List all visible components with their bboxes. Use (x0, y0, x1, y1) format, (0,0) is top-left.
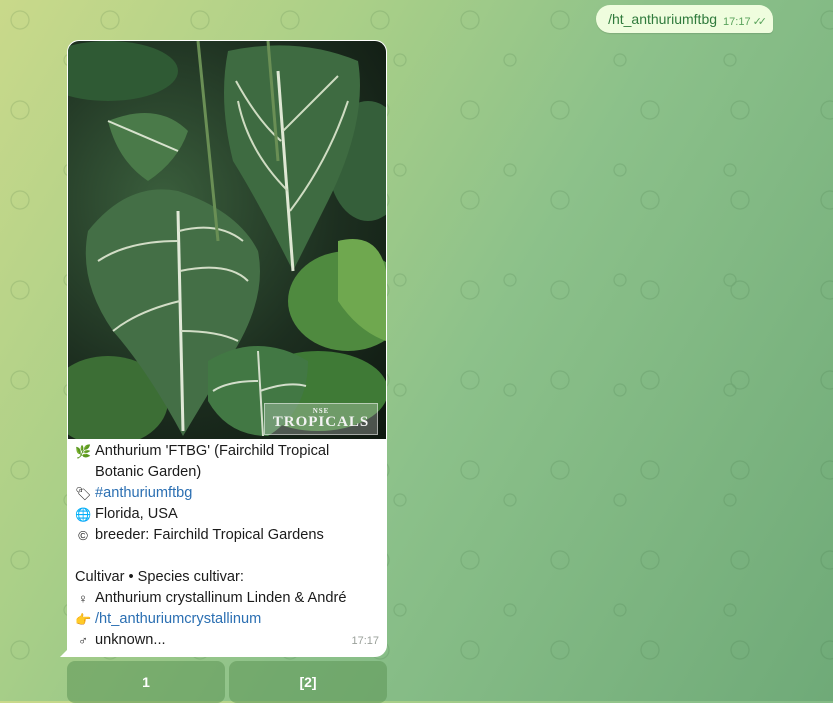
outgoing-command-text: /ht_anthuriumftbg (608, 11, 718, 27)
outgoing-meta: 17:17 ✓✓ (723, 15, 768, 29)
parent2-text: unknown... (95, 632, 166, 648)
breeder-text: breeder: Fairchild Tropical Gardens (95, 527, 324, 543)
cultivar-heading-text: Cultivar • Species cultivar: (75, 569, 244, 585)
pointing-hand-icon: 👉 (75, 612, 92, 627)
keyboard-button-page-1[interactable]: 1 (67, 661, 225, 703)
species-command-link[interactable]: /ht_anthuriumcrystallinum (95, 609, 261, 630)
caption-hashtag-line: 🏷 #anthuriumftbg (75, 483, 379, 504)
caption-title-line: 🌿 Anthurium 'FTBG' (Fairchild Tropical B… (75, 441, 379, 483)
female-sign-icon: ♀ (78, 591, 88, 606)
outgoing-message-bubble[interactable]: /ht_anthuriumftbg 17:17 ✓✓ (596, 5, 773, 33)
species-text: Anthurium crystallinum Linden & André (95, 590, 347, 606)
herb-icon: 🌿 (75, 444, 92, 459)
photo-watermark-logo: NSE TROPICALS (264, 403, 378, 435)
inline-keyboard: 1 [2] (67, 661, 387, 703)
caption-breeder-line: © breeder: Fairchild Tropical Gardens (75, 525, 379, 546)
globe-icon: 🌐 (75, 507, 92, 522)
caption-species-command-line: 👉 /ht_anthuriumcrystallinum (75, 609, 379, 630)
caption-location-line: 🌐 Florida, USA (75, 504, 379, 525)
caption-cultivar-heading: Cultivar • Species cultivar: (75, 567, 379, 588)
caption-species-line: ♀ Anthurium crystallinum Linden & André (75, 588, 379, 609)
location-text: Florida, USA (95, 506, 178, 522)
caption-parent2-line: ♂ unknown... (75, 630, 379, 651)
tag-icon: 🏷 (75, 486, 92, 501)
watermark-brand-text: TROPICALS (272, 414, 370, 430)
message-caption: 🌿 Anthurium 'FTBG' (Fairchild Tropical B… (60, 439, 387, 657)
outgoing-time: 17:17 (723, 15, 751, 28)
keyboard-button-page-2[interactable]: [2] (229, 661, 387, 703)
double-check-icon: ✓✓ (752, 16, 768, 28)
male-sign-icon: ♂ (78, 633, 88, 648)
hashtag-link[interactable]: #anthuriumftbg (95, 483, 192, 504)
incoming-message: NSE TROPICALS 🌿 Anthurium 'FTBG' (Fairch… (60, 40, 387, 703)
plant-title: Anthurium 'FTBG' (Fairchild Tropical Bot… (95, 443, 330, 480)
plant-photo-illustration (68, 41, 386, 439)
bubble-tail (60, 648, 69, 657)
copyright-icon: © (78, 528, 88, 543)
incoming-time: 17:17 (351, 635, 379, 647)
plant-photo[interactable]: NSE TROPICALS (67, 40, 387, 439)
